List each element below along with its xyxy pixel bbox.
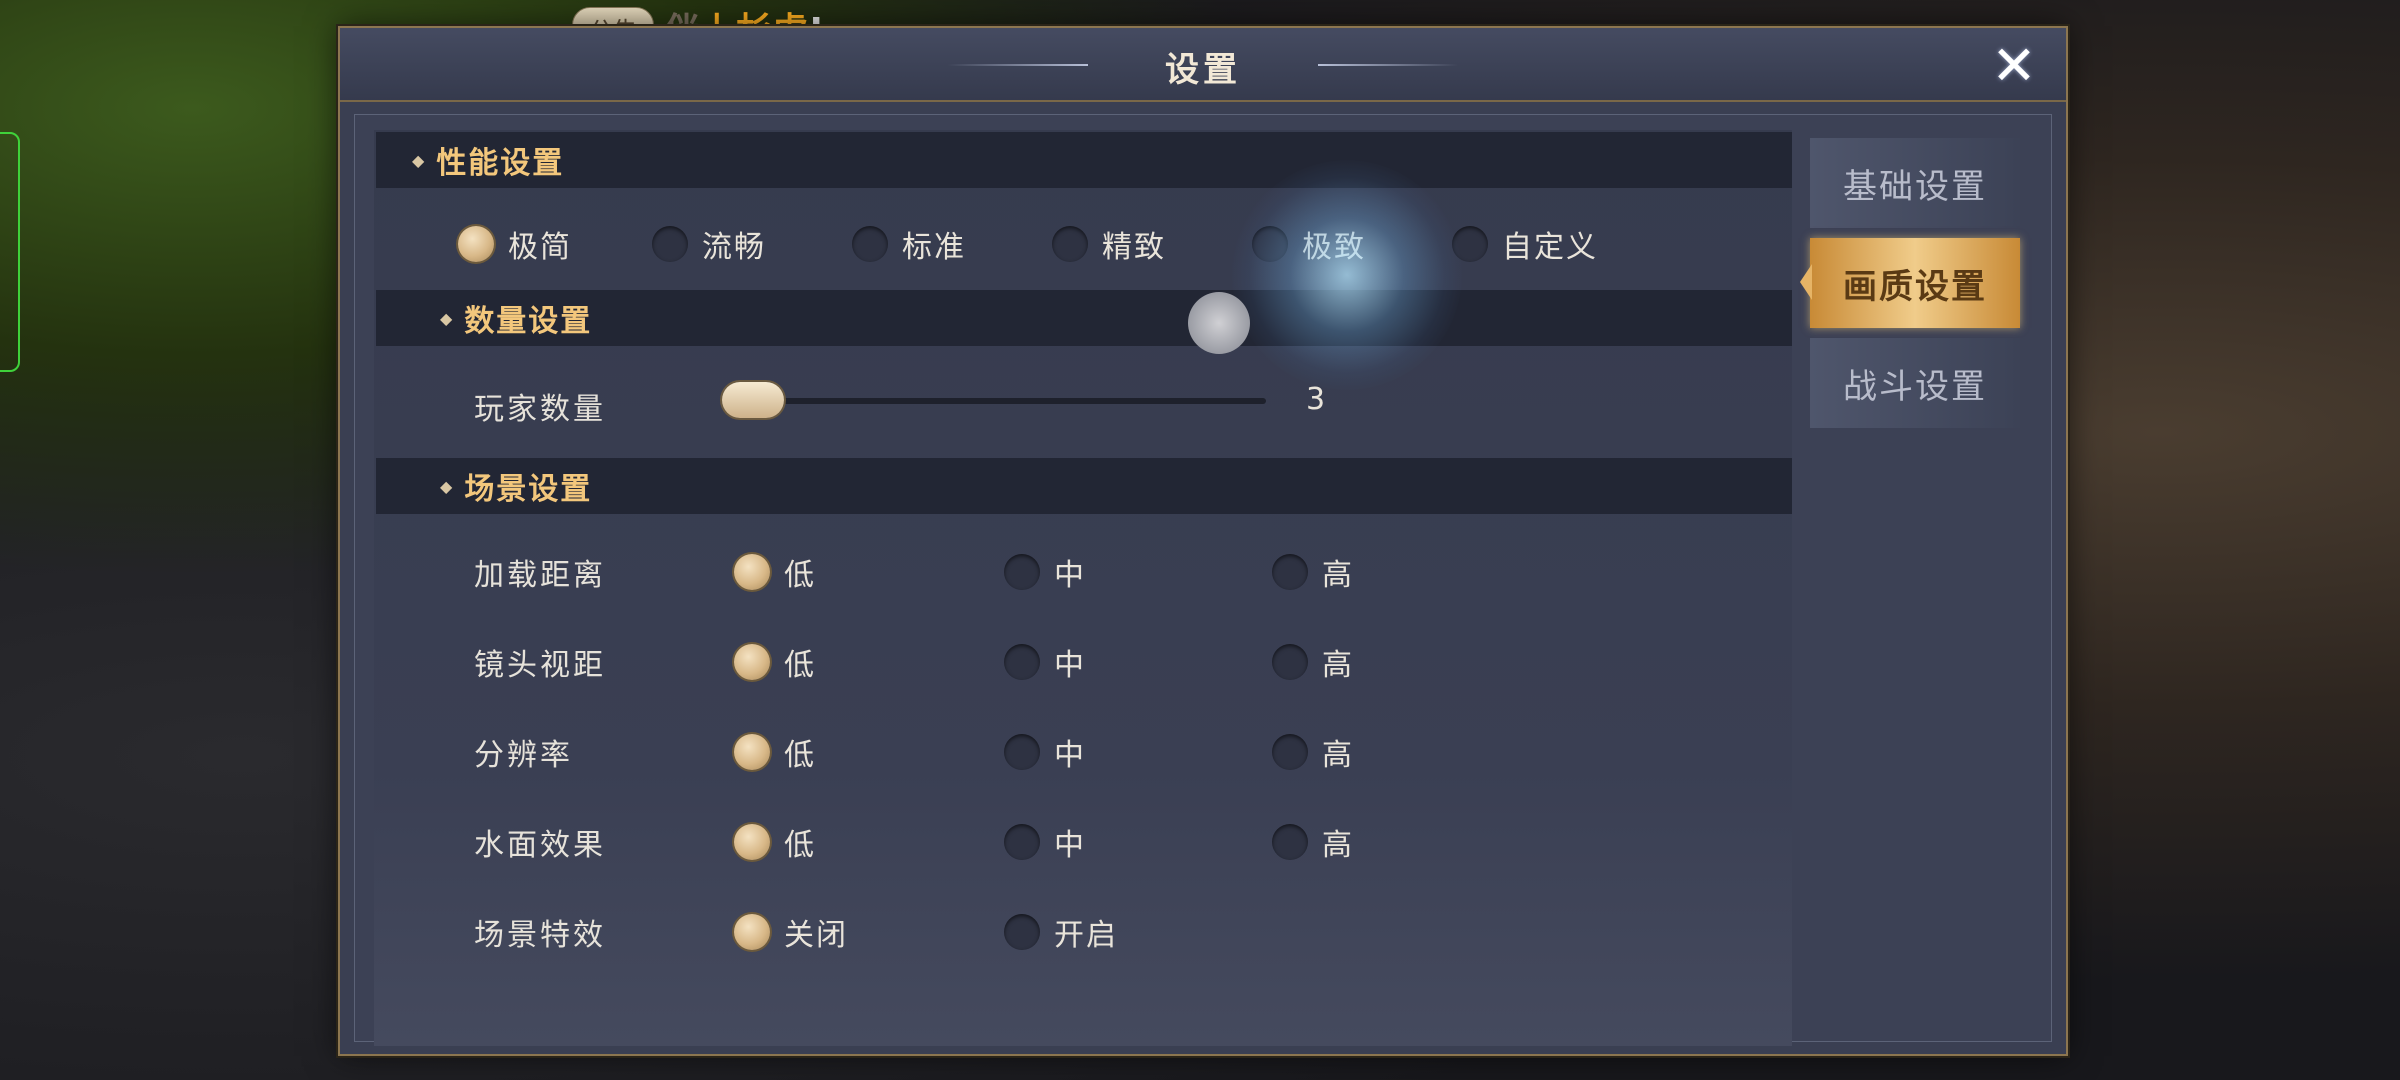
water-effect-low[interactable]: 低 — [734, 820, 816, 864]
quality-option-minimal[interactable]: 极简 — [458, 222, 572, 266]
load-distance-high[interactable]: 高 — [1272, 550, 1354, 594]
scene-effect-label: 场景特效 — [474, 918, 606, 953]
camera-distance-low[interactable]: 低 — [734, 640, 816, 684]
radio-icon — [1004, 734, 1040, 770]
diamond-icon: ◆ — [440, 476, 453, 496]
section-performance: ◆ 性能设置 — [376, 132, 1792, 188]
scene-effect-on[interactable]: 开启 — [1004, 910, 1118, 954]
resolution-label: 分辨率 — [474, 738, 573, 773]
quality-option-smooth[interactable]: 流畅 — [652, 222, 766, 266]
radio-icon — [1052, 226, 1088, 262]
player-count-label: 玩家数量 — [474, 392, 606, 427]
quality-option-standard[interactable]: 标准 — [852, 222, 966, 266]
radio-selected-icon — [734, 824, 770, 860]
camera-distance-label: 镜头视距 — [474, 648, 606, 683]
radio-icon — [1272, 644, 1308, 680]
section-title: 数量设置 — [464, 304, 593, 339]
load-distance-low[interactable]: 低 — [734, 550, 816, 594]
dialog-header: 设置 ✕ — [340, 28, 2066, 102]
floating-joystick-ghost — [1188, 292, 1250, 354]
radio-icon — [1272, 824, 1308, 860]
section-scene: ◆ 场景设置 — [376, 458, 1792, 514]
diamond-icon: ◆ — [440, 308, 453, 328]
radio-icon — [1004, 824, 1040, 860]
close-button[interactable]: ✕ — [1984, 36, 2044, 96]
water-effect-label: 水面效果 — [474, 828, 606, 863]
radio-icon — [652, 226, 688, 262]
dialog-title: 设置 — [1165, 50, 1241, 90]
resolution-low[interactable]: 低 — [734, 730, 816, 774]
resolution-mid[interactable]: 中 — [1004, 730, 1086, 774]
load-distance-mid[interactable]: 中 — [1004, 550, 1086, 594]
radio-selected-icon — [734, 554, 770, 590]
tab-combat-settings[interactable]: 战斗设置 — [1810, 338, 2020, 428]
section-quantity: ◆ 数量设置 — [376, 290, 1792, 346]
quality-option-custom[interactable]: 自定义 — [1452, 222, 1598, 266]
resolution-high[interactable]: 高 — [1272, 730, 1354, 774]
radio-icon — [1272, 734, 1308, 770]
side-hint-frame[interactable] — [0, 132, 20, 372]
quality-option-refined[interactable]: 精致 — [1052, 222, 1166, 266]
settings-tabs: 基础设置 画质设置 战斗设置 — [1800, 138, 2020, 438]
tab-graphics-settings[interactable]: 画质设置 — [1800, 238, 2020, 328]
camera-distance-high[interactable]: 高 — [1272, 640, 1354, 684]
section-title: 场景设置 — [464, 472, 593, 507]
header-ornament-right — [1318, 64, 1458, 66]
player-count-slider-track[interactable] — [722, 398, 1266, 404]
magic-orb-effect — [1232, 160, 1462, 390]
close-icon: ✕ — [1991, 34, 2037, 97]
water-effect-mid[interactable]: 中 — [1004, 820, 1086, 864]
settings-dialog: 设置 ✕ ◆ 性能设置 极简 流畅 标准 精致 极致 自定义 ◆ 数量设置 玩家… — [338, 26, 2068, 1056]
radio-selected-icon — [734, 914, 770, 950]
radio-icon — [852, 226, 888, 262]
radio-icon — [1004, 554, 1040, 590]
radio-selected-icon — [734, 644, 770, 680]
section-title: 性能设置 — [436, 146, 565, 181]
radio-icon — [1272, 554, 1308, 590]
camera-distance-mid[interactable]: 中 — [1004, 640, 1086, 684]
tab-basic-settings[interactable]: 基础设置 — [1810, 138, 2020, 228]
radio-icon — [1004, 644, 1040, 680]
water-effect-high[interactable]: 高 — [1272, 820, 1354, 864]
radio-selected-icon — [458, 226, 494, 262]
player-count-slider-thumb[interactable] — [722, 382, 784, 418]
radio-selected-icon — [734, 734, 770, 770]
radio-icon — [1004, 914, 1040, 950]
load-distance-label: 加载距离 — [474, 558, 606, 593]
diamond-icon: ◆ — [412, 150, 425, 170]
scene-effect-off[interactable]: 关闭 — [734, 910, 848, 954]
